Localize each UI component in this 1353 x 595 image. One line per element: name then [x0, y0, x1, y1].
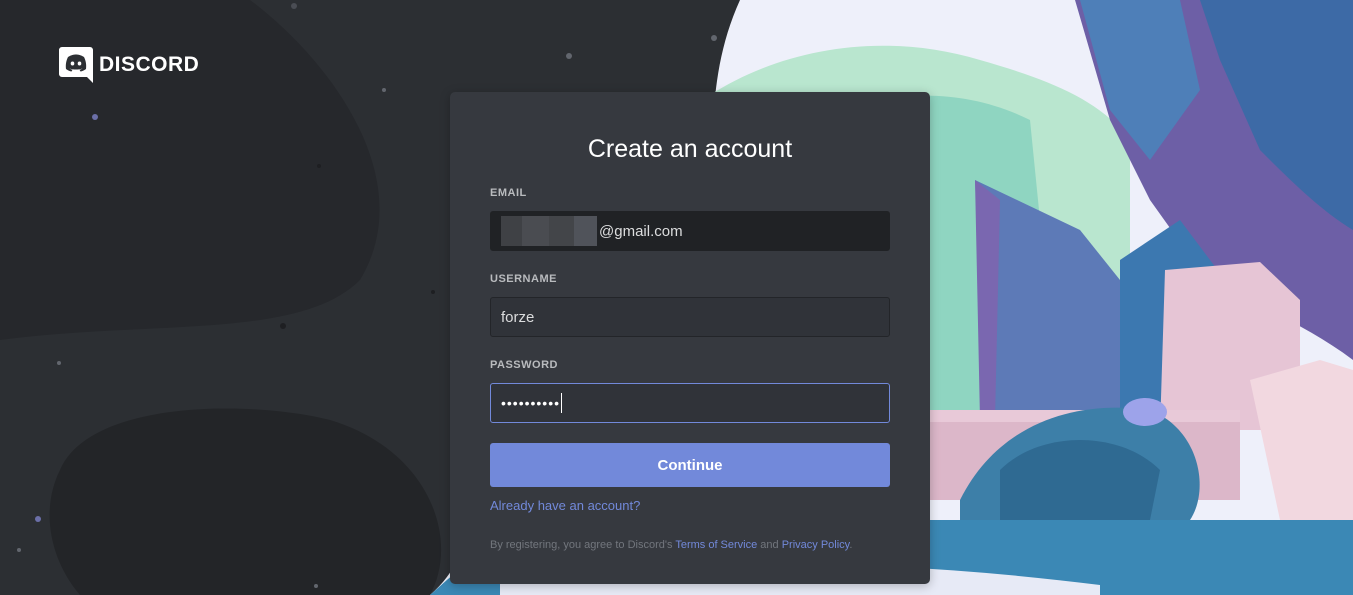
discord-logo-icon [59, 47, 93, 83]
discord-wordmark: DISCORD [99, 53, 200, 76]
password-label: PASSWORD [490, 359, 558, 371]
redacted-text [501, 216, 597, 246]
register-card: Create an account EMAIL @gmail.com USERN… [450, 92, 930, 584]
username-field[interactable]: forze [490, 297, 890, 337]
login-link[interactable]: Already have an account? [490, 498, 640, 513]
legal-suffix: . [849, 539, 853, 551]
username-label: USERNAME [490, 273, 557, 285]
email-value: @gmail.com [599, 222, 683, 240]
username-value: forze [501, 308, 535, 326]
continue-button[interactable]: Continue [490, 443, 890, 487]
email-label: EMAIL [490, 187, 527, 199]
terms-of-service-link[interactable]: Terms of Service [675, 539, 757, 551]
legal-notice: By registering, you agree to Discord's T… [490, 539, 890, 551]
password-value: •••••••••• [501, 395, 561, 411]
text-cursor [561, 393, 563, 413]
page-title: Create an account [587, 135, 793, 163]
legal-prefix: By registering, you agree to Discord's [490, 539, 676, 551]
discord-logo[interactable]: DISCORD [59, 47, 199, 83]
legal-middle: and [757, 539, 782, 551]
password-field[interactable]: •••••••••• [490, 383, 890, 423]
email-field[interactable]: @gmail.com [490, 211, 890, 251]
privacy-policy-link[interactable]: Privacy Policy [782, 539, 850, 551]
